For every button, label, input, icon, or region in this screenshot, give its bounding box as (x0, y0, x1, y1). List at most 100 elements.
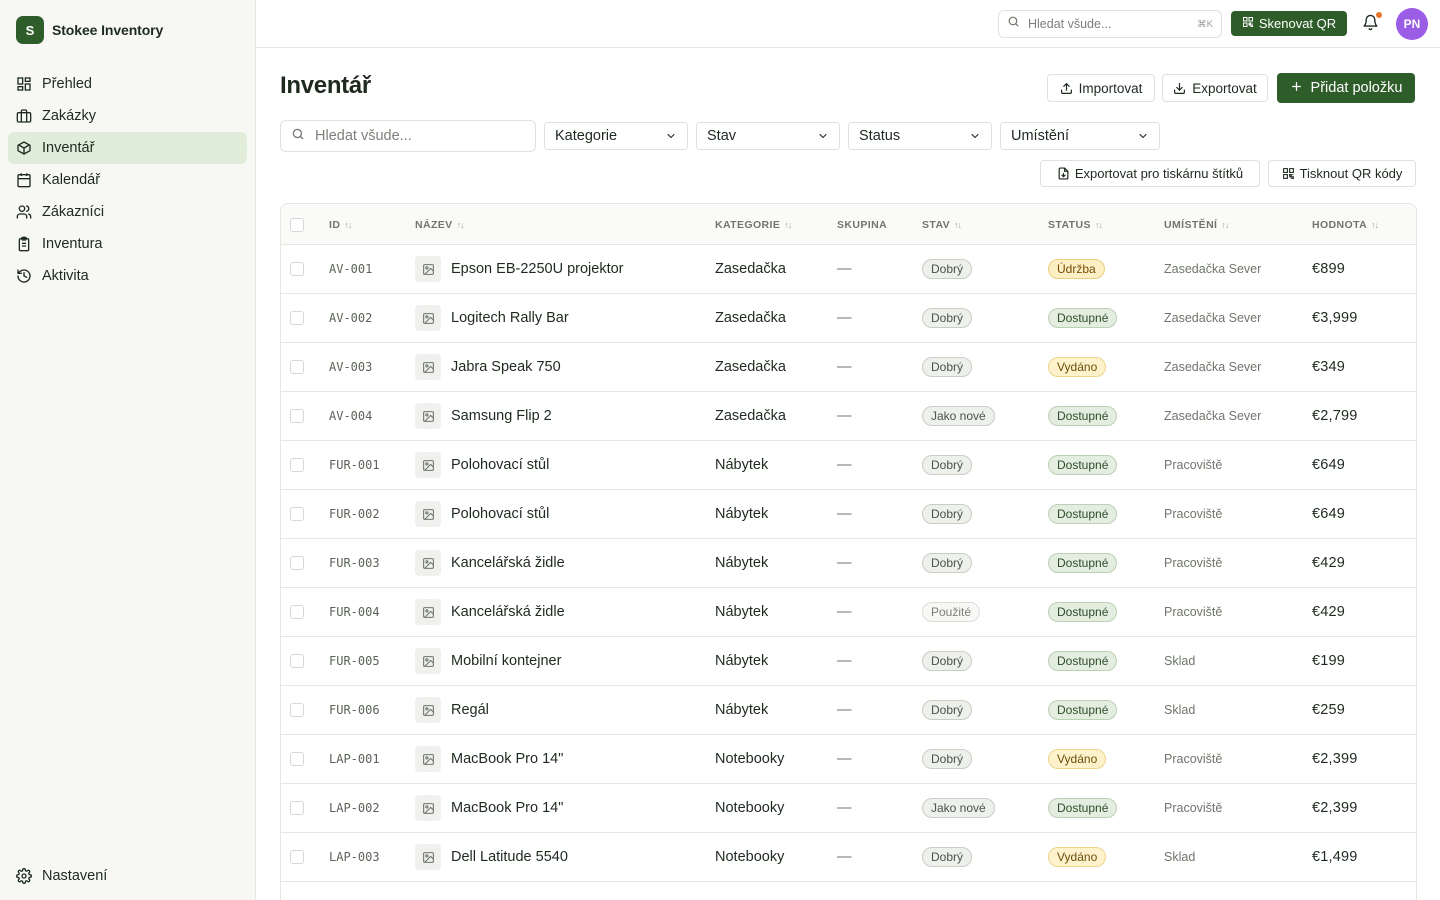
row-checkbox-cell (290, 539, 304, 587)
item-name-cell[interactable]: Regál (415, 686, 489, 734)
print-qr-button[interactable]: Tisknout QR kódy (1268, 160, 1416, 187)
item-name-cell[interactable]: Jabra Speak 750 (415, 343, 561, 391)
row-checkbox[interactable] (290, 605, 304, 619)
sidebar-item-4[interactable]: Zákazníci (8, 196, 247, 228)
table-row[interactable]: AV-002 Logitech Rally Bar Zasedačka — Dobrý D… (281, 294, 1416, 343)
sidebar-item-settings[interactable]: Nastavení (8, 860, 247, 892)
sidebar-item-3[interactable]: Kalendář (8, 164, 247, 196)
item-name-cell[interactable]: Kancelářská židle (415, 539, 565, 587)
filter-location-select[interactable]: Umístění (1000, 122, 1160, 150)
row-checkbox[interactable] (290, 752, 304, 766)
column-header[interactable]: ID ↑↓ (329, 204, 352, 245)
item-category: Zasedačka (715, 408, 786, 424)
item-name-cell[interactable]: Logitech Rally Bar (415, 294, 569, 342)
row-checkbox[interactable] (290, 507, 304, 521)
condition-badge: Dobrý (922, 749, 973, 769)
item-category: Notebooky (715, 849, 785, 865)
import-button[interactable]: Importovat (1047, 74, 1155, 102)
brand[interactable]: S Stokee Inventory (16, 16, 163, 44)
filter-category-select[interactable]: Kategorie (544, 122, 688, 150)
inventory-search-input[interactable]: Hledat všude... (280, 120, 536, 152)
table-row[interactable]: FUR-004 Kancelářská židle Nábytek — Použité D… (281, 588, 1416, 637)
table-row[interactable]: AV-001 Epson EB-2250U projektor Zasedačka —… (281, 245, 1416, 294)
filter-location-label: Umístění (1011, 128, 1070, 144)
item-status-cell: Dostupné (1048, 539, 1118, 587)
row-checkbox[interactable] (290, 801, 304, 815)
item-name-cell[interactable]: Epson EB-2250U projektor (415, 245, 624, 293)
export-button[interactable]: Exportovat (1162, 74, 1268, 102)
table-row[interactable]: FUR-005 Mobilní kontejner Nábytek — Dobrý Dos… (281, 637, 1416, 686)
item-status-cell: Vydáno (1048, 735, 1107, 783)
item-name-cell[interactable]: Kancelářská židle (415, 588, 565, 636)
item-group: — (837, 849, 852, 865)
item-location: Sklad (1164, 850, 1196, 864)
column-header[interactable]: UMÍSTĚNÍ ↑↓ (1164, 204, 1229, 245)
row-checkbox[interactable] (290, 262, 304, 276)
global-search-input[interactable]: Hledat všude... ⌘K (998, 10, 1222, 38)
item-name-cell[interactable]: Samsung Flip 2 (415, 392, 552, 440)
sidebar-item-5[interactable]: Inventura (8, 228, 247, 260)
row-checkbox[interactable] (290, 360, 304, 374)
item-name-cell[interactable]: MacBook Pro 14" (415, 784, 563, 832)
filter-status-select[interactable]: Status (848, 122, 992, 150)
item-name-cell[interactable]: Mobilní kontejner (415, 637, 561, 685)
scan-qr-button[interactable]: Skenovat QR (1231, 11, 1347, 36)
table-row[interactable]: FUR-003 Kancelářská židle Nábytek — Dobrý Dos… (281, 539, 1416, 588)
item-id: FUR-003 (329, 556, 380, 570)
row-checkbox[interactable] (290, 556, 304, 570)
column-header[interactable]: STATUS ↑↓ (1048, 204, 1103, 245)
row-checkbox[interactable] (290, 311, 304, 325)
item-name-cell[interactable]: Polohovací stůl (415, 441, 549, 489)
sidebar-item-1[interactable]: Zakázky (8, 100, 247, 132)
item-category: Nábytek (715, 457, 769, 473)
row-checkbox[interactable] (290, 409, 304, 423)
notification-dot (1376, 12, 1382, 18)
column-header[interactable]: STAV ↑↓ (922, 204, 962, 245)
box-icon (16, 140, 32, 156)
export-label-printer-button[interactable]: Exportovat pro tiskárnu štítků (1040, 160, 1260, 187)
condition-badge: Dobrý (922, 357, 973, 377)
table-header: ID ↑↓ NÁZEV ↑↓ KATEGORIE ↑↓ SKUPINA STAV ↑↓ STATU… (281, 204, 1416, 245)
table-row[interactable]: AV-003 Jabra Speak 750 Zasedačka — Dobrý Vydá… (281, 343, 1416, 392)
table-row[interactable]: FUR-001 Polohovací stůl Nábytek — Dobrý Dostu… (281, 441, 1416, 490)
notifications-button[interactable] (1362, 12, 1382, 34)
add-item-button[interactable]: Přidat položku (1277, 73, 1415, 103)
table-row[interactable]: LAP-002 MacBook Pro 14" Notebooky — Jako nov… (281, 784, 1416, 833)
sidebar-item-2[interactable]: Inventář (8, 132, 247, 164)
row-checkbox[interactable] (290, 654, 304, 668)
calendar-icon (16, 172, 32, 188)
avatar[interactable]: PN (1396, 8, 1428, 40)
item-name-cell[interactable]: Polohovací stůl (415, 490, 549, 538)
item-category: Nábytek (715, 555, 769, 571)
sort-icon: ↑↓ (1371, 219, 1379, 230)
row-checkbox[interactable] (290, 703, 304, 717)
row-checkbox[interactable] (290, 458, 304, 472)
item-location: Zasedačka Sever (1164, 409, 1262, 423)
item-name-cell[interactable]: MacBook Pro 14" (415, 735, 563, 783)
row-checkbox[interactable] (290, 850, 304, 864)
table-row[interactable]: FUR-002 Polohovací stůl Nábytek — Dobrý Dostu… (281, 490, 1416, 539)
table-row[interactable]: FUR-006 Regál Nábytek — Dobrý Dostupné Sklad €2… (281, 686, 1416, 735)
status-badge: Vydáno (1048, 847, 1107, 867)
row-checkbox-cell (290, 686, 304, 734)
column-header[interactable]: KATEGORIE ↑↓ (715, 204, 792, 245)
item-name-cell[interactable]: Dell Latitude 5540 (415, 833, 568, 881)
select-all-checkbox[interactable] (290, 217, 304, 232)
column-header[interactable]: HODNOTA ↑↓ (1312, 204, 1379, 245)
table-row[interactable]: LAP-001 MacBook Pro 14" Notebooky — Dobrý Vyd… (281, 735, 1416, 784)
item-location: Pracoviště (1164, 458, 1223, 472)
image-icon (415, 795, 441, 821)
sidebar-item-6[interactable]: Aktivita (8, 260, 247, 292)
table-row[interactable]: LAP-003 Dell Latitude 5540 Notebooky — Dobrý… (281, 833, 1416, 882)
table-row[interactable]: AV-004 Samsung Flip 2 Zasedačka — Jako nové D… (281, 392, 1416, 441)
sidebar-item-0[interactable]: Přehled (8, 68, 247, 100)
column-header[interactable]: NÁZEV ↑↓ (415, 204, 465, 245)
filter-condition-select[interactable]: Stav (696, 122, 840, 150)
download-icon (1173, 82, 1186, 95)
column-header[interactable]: SKUPINA (837, 204, 887, 245)
status-badge: Dostupné (1048, 455, 1118, 475)
item-condition-cell: Dobrý (922, 490, 973, 538)
keyboard-shortcut: ⌘K (1197, 18, 1213, 30)
row-checkbox-cell (290, 588, 304, 636)
item-name: Polohovací stůl (451, 457, 550, 473)
